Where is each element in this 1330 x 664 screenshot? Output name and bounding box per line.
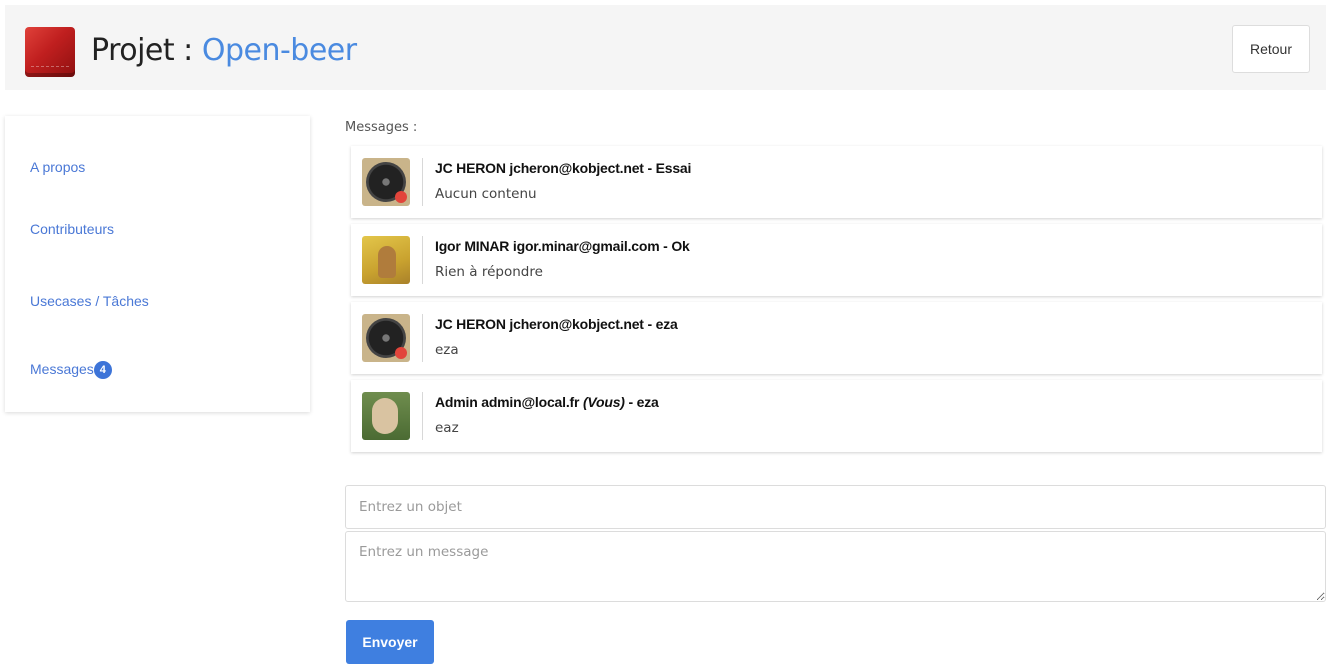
message-subject: eza: [655, 316, 678, 332]
cat-avatar: [362, 236, 410, 284]
message-author: Igor MINAR igor.minar@gmail.com: [435, 238, 660, 254]
project-name: Open-beer: [201, 33, 357, 68]
message-item: JC HERON jcheron@kobject.net - eza eza: [351, 302, 1322, 374]
message-subject: Ok: [671, 238, 690, 254]
sidebar-item-a-propos[interactable]: A propos: [30, 159, 85, 175]
message-header: JC HERON jcheron@kobject.net - Essai: [435, 160, 692, 176]
message-header: JC HERON jcheron@kobject.net - eza: [435, 316, 678, 332]
message-subject: Essai: [655, 160, 692, 176]
message-textarea[interactable]: [345, 531, 1326, 602]
message-item: Admin admin@local.fr (Vous) - eza eaz: [351, 380, 1322, 452]
project-logo: [25, 27, 75, 77]
divider: [422, 314, 423, 362]
lion-avatar: [362, 392, 410, 440]
page-title: Projet : Open-beer: [91, 33, 357, 69]
message-author: Admin admin@local.fr: [435, 394, 580, 410]
title-prefix: Projet :: [91, 33, 202, 68]
divider: [422, 392, 423, 440]
sidebar-item-usecases[interactable]: Usecases / Tâches: [30, 293, 149, 309]
message-author: JC HERON jcheron@kobject.net: [435, 316, 644, 332]
header-bar: Projet : Open-beer Retour: [5, 5, 1326, 90]
sidebar: A propos Contributeurs Usecases / Tâches…: [5, 116, 310, 412]
sidebar-item-messages[interactable]: Messages 4: [30, 361, 112, 379]
message-body: eza: [435, 342, 459, 358]
vinyl-avatar: [362, 314, 410, 362]
own-message-tag: (Vous): [582, 394, 625, 410]
back-button[interactable]: Retour: [1232, 25, 1310, 73]
message-author: JC HERON jcheron@kobject.net: [435, 160, 644, 176]
message-item: Igor MINAR igor.minar@gmail.com - Ok Rie…: [351, 224, 1322, 296]
message-item: JC HERON jcheron@kobject.net - Essai Auc…: [351, 146, 1322, 218]
send-button[interactable]: Envoyer: [346, 620, 434, 664]
divider: [422, 236, 423, 284]
message-header: Igor MINAR igor.minar@gmail.com - Ok: [435, 238, 690, 254]
messages-count-badge: 4: [93, 361, 112, 379]
message-header: Admin admin@local.fr (Vous) - eza: [435, 394, 659, 410]
message-body: Aucun contenu: [435, 186, 537, 202]
messages-heading: Messages :: [345, 120, 418, 135]
message-body: Rien à répondre: [435, 264, 543, 280]
message-subject: eza: [636, 394, 659, 410]
subject-input[interactable]: [345, 485, 1326, 529]
sidebar-item-messages-label: Messages: [30, 361, 94, 377]
message-body: eaz: [435, 420, 459, 436]
sidebar-item-contributeurs[interactable]: Contributeurs: [30, 221, 114, 237]
divider: [422, 158, 423, 206]
vinyl-avatar: [362, 158, 410, 206]
